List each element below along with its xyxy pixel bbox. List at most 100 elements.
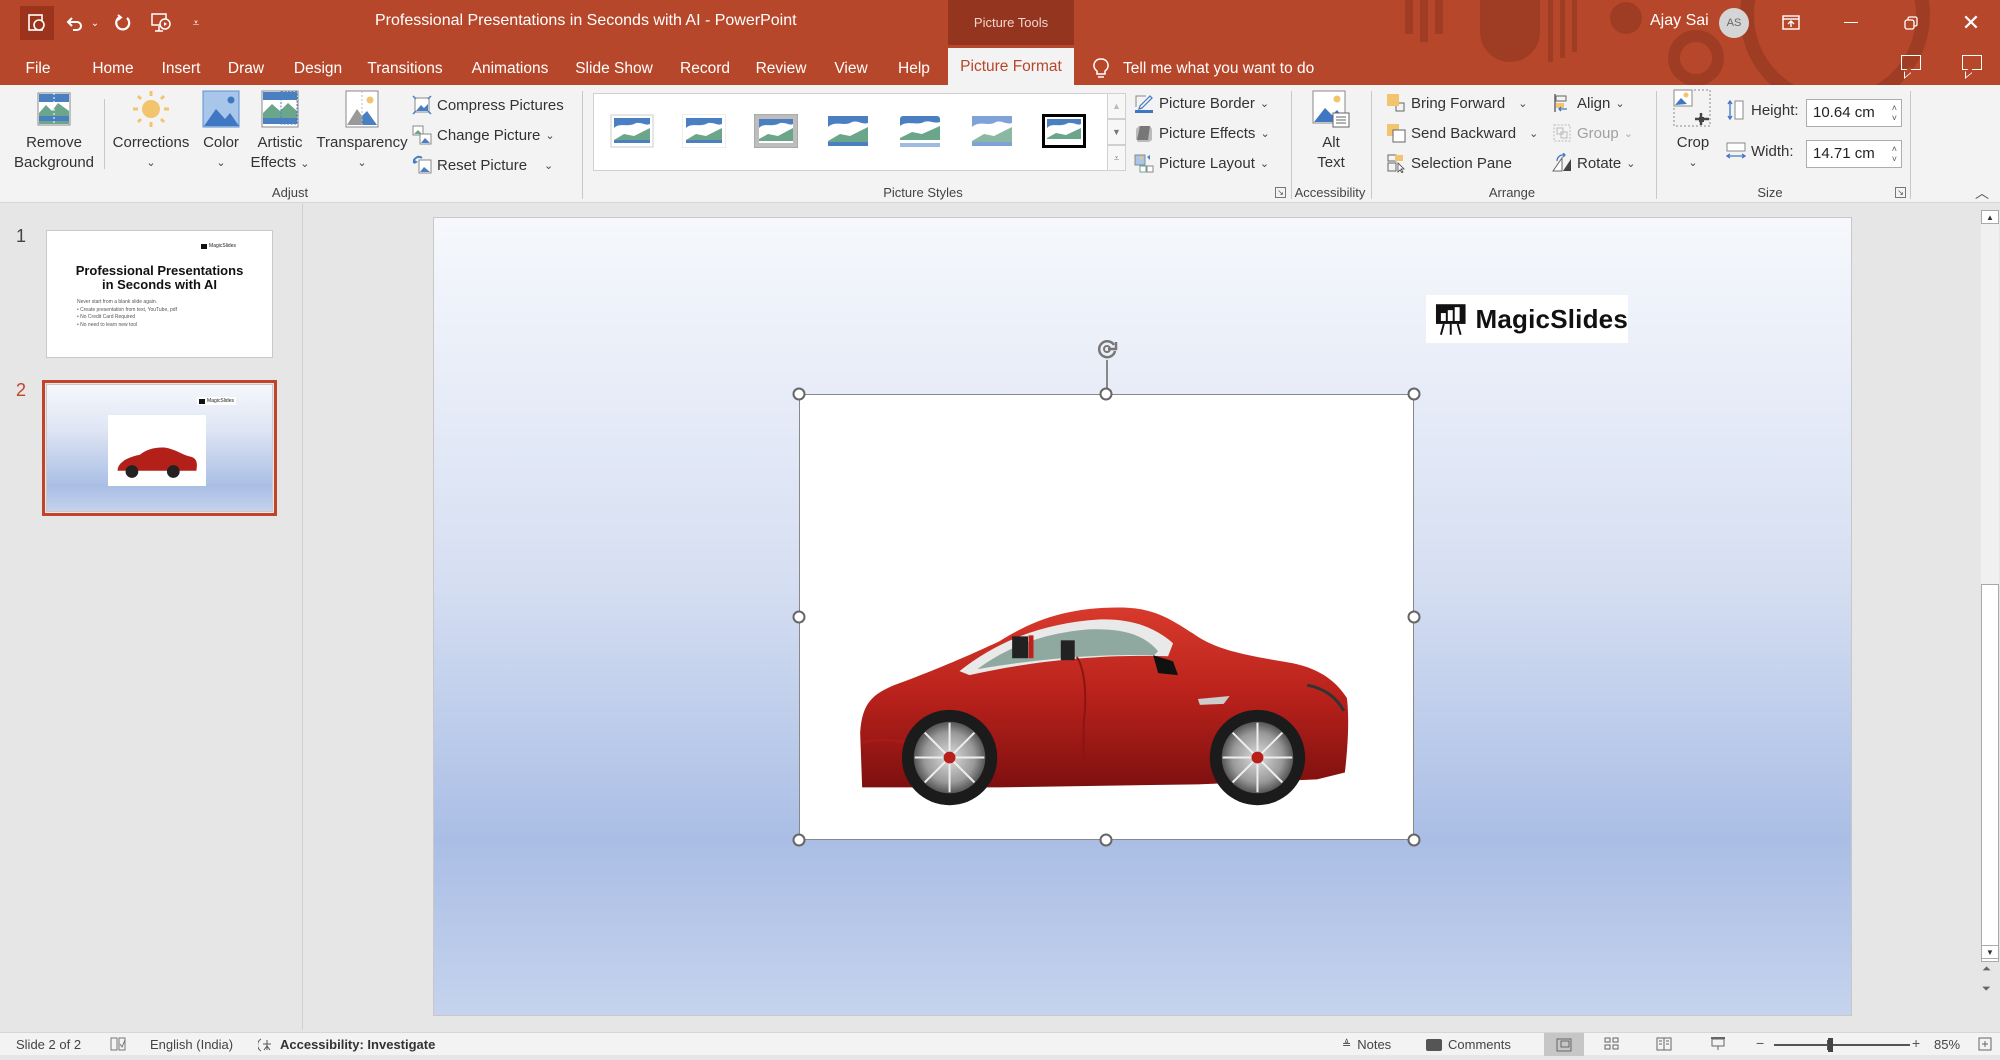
resize-handle-top[interactable] [1099,387,1113,401]
rotation-handle[interactable] [1094,336,1120,362]
customize-qat-button[interactable]: ⩡ [188,6,204,40]
tab-draw[interactable]: Draw [218,52,274,85]
language-button[interactable]: English (India) [150,1037,233,1052]
tab-slide-show[interactable]: Slide Show [568,52,660,85]
crop-button[interactable]: Crop ⌄ [1668,89,1718,173]
magicslides-logo[interactable]: MagicSlides [1426,295,1628,343]
tab-view[interactable]: View [826,52,876,85]
width-input[interactable]: 14.71 cm ˄ ˅ [1806,140,1902,168]
resize-handle-top-right[interactable] [1407,387,1421,401]
bring-forward-button[interactable]: Bring Forward ⌄ [1386,91,1527,115]
artistic-effects-button[interactable]: Artistic Effects ⌄ [250,89,310,174]
scroll-down-button[interactable]: ▼ [1981,945,1999,959]
change-picture-button[interactable]: Change Picture ⌄ [412,123,555,147]
next-slide-button[interactable]: ⏷ [1982,984,1991,995]
tab-design[interactable]: Design [284,52,352,85]
corrections-button[interactable]: Corrections ⌄ [108,89,194,173]
size-dialog-launcher[interactable]: ↘ [1895,187,1906,198]
selection-pane-button[interactable]: Selection Pane [1386,151,1512,175]
minimize-button[interactable] [1828,0,1874,45]
resize-handle-left[interactable] [792,610,806,624]
tab-file[interactable]: File [14,52,62,85]
user-name[interactable]: Ajay Sai [1650,12,1709,30]
collapse-ribbon-button[interactable]: ︿ [1975,183,1989,203]
tab-animations[interactable]: Animations [462,52,558,85]
alt-text-button[interactable]: Alt Text [1298,89,1364,173]
tab-picture-format[interactable]: Picture Format [948,48,1074,85]
selected-picture[interactable] [799,394,1414,840]
notes-button[interactable]: ≜ Notes [1342,1037,1391,1052]
color-button[interactable]: Color ⌄ [196,89,246,173]
start-from-beginning-button[interactable] [146,6,176,40]
resize-handle-bottom-left[interactable] [792,833,806,847]
gallery-scroll-down[interactable]: ▼ [1108,119,1126,145]
slide-sorter-button[interactable] [1604,1037,1620,1054]
resize-handle-bottom[interactable] [1099,833,1113,847]
style-simple-frame-white[interactable] [610,114,654,148]
autosave-button[interactable] [20,6,54,40]
comments-icon[interactable] [1901,55,1921,70]
style-double-frame-black[interactable] [1042,114,1086,148]
height-input[interactable]: 10.64 cm ˄ ˅ [1806,99,1902,127]
comments-button[interactable]: Comments [1426,1037,1511,1052]
tab-help[interactable]: Help [888,52,940,85]
reading-view-button[interactable] [1656,1037,1672,1054]
undo-button[interactable] [62,6,86,40]
tab-record[interactable]: Record [672,52,738,85]
zoom-out-button[interactable]: − [1756,1035,1764,1051]
style-metal-frame[interactable] [754,114,798,148]
style-drop-shadow-rectangle[interactable] [826,114,870,148]
tab-transitions[interactable]: Transitions [362,52,448,85]
height-spin-up[interactable]: ˄ [1892,104,1897,113]
style-soft-edge[interactable] [970,114,1014,148]
picture-effects-button[interactable]: Picture Effects ⌄ [1134,121,1270,145]
zoom-slider[interactable] [1774,1044,1910,1046]
avatar[interactable]: AS [1719,8,1749,38]
normal-view-button[interactable] [1544,1033,1584,1056]
zoom-in-button[interactable]: + [1912,1035,1920,1051]
picture-layout-button[interactable]: Picture Layout ⌄ [1134,151,1269,175]
reset-picture-button[interactable]: Reset Picture ⌄ [412,153,553,177]
style-reflected-rounded[interactable] [898,114,942,148]
slide-thumbnail-2[interactable]: MagicSlides [42,380,277,516]
align-button[interactable]: Align ⌄ [1552,91,1625,115]
accessibility-checker-button[interactable]: Accessibility: Investigate [258,1037,435,1052]
undo-dropdown[interactable]: ⌄ [88,6,102,40]
picture-styles-dialog-launcher[interactable]: ↘ [1275,187,1286,198]
group-button[interactable]: Group ⌄ [1552,121,1633,145]
tab-home[interactable]: Home [84,52,142,85]
share-comments-icon[interactable] [1962,55,1982,70]
close-button[interactable]: ✕ [1948,0,1994,45]
restore-button[interactable] [1888,0,1934,45]
tab-review[interactable]: Review [748,52,814,85]
send-backward-button[interactable]: Send Backward ⌄ [1386,121,1538,145]
remove-background-button[interactable]: Remove Background [8,89,100,173]
tab-insert[interactable]: Insert [152,52,210,85]
style-beveled-matte[interactable] [682,114,726,148]
gallery-scroll-up[interactable]: ▲ [1108,93,1126,119]
tell-me-search[interactable]: Tell me what you want to do [1093,52,1314,85]
slide-thumbnail-1[interactable]: MagicSlides Professional Presentations i… [46,230,273,358]
vertical-scrollbar[interactable] [1980,204,2000,1030]
width-spin-down[interactable]: ˅ [1892,155,1897,164]
width-spin-up[interactable]: ˄ [1892,145,1897,154]
scroll-thumb[interactable] [1981,584,1999,962]
ribbon-display-options-button[interactable] [1768,0,1814,45]
height-spin-down[interactable]: ˅ [1892,114,1897,123]
zoom-slider-thumb[interactable] [1828,1038,1834,1052]
resize-handle-right[interactable] [1407,610,1421,624]
resize-handle-bottom-right[interactable] [1407,833,1421,847]
slide-show-button[interactable] [1710,1037,1726,1054]
scroll-up-button[interactable]: ▲ [1981,210,1999,224]
resize-handle-top-left[interactable] [792,387,806,401]
zoom-level[interactable]: 85% [1934,1037,1960,1052]
picture-border-button[interactable]: Picture Border ⌄ [1134,91,1269,115]
redo-button[interactable] [110,6,136,40]
fit-slide-button[interactable] [1978,1037,1992,1054]
transparency-button[interactable]: Transparency ⌄ [314,89,410,173]
spell-check-button[interactable] [110,1037,126,1051]
previous-slide-button[interactable]: ⏶ [1982,964,1991,975]
compress-pictures-button[interactable]: Compress Pictures [412,93,564,117]
gallery-more[interactable]: ⩡ [1108,145,1126,171]
rotate-button[interactable]: Rotate ⌄ [1552,151,1635,175]
